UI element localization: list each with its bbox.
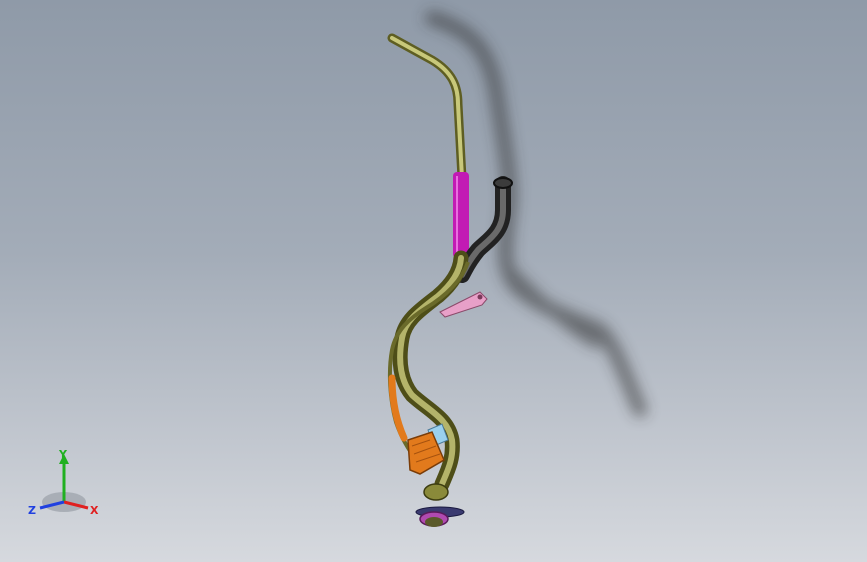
- protective-sleeve[interactable]: [453, 172, 469, 258]
- cad-viewport[interactable]: Y X Z: [0, 0, 867, 562]
- view-orientation-triad[interactable]: Y X Z: [22, 446, 112, 526]
- x-axis-label: X: [90, 504, 99, 517]
- z-axis-label: Z: [28, 504, 36, 517]
- y-axis-label: Y: [58, 448, 68, 461]
- filler-flange[interactable]: [415, 483, 465, 527]
- filler-neck-tube[interactable]: [387, 33, 467, 183]
- fuel-filler-pipe-model[interactable]: [0, 0, 867, 562]
